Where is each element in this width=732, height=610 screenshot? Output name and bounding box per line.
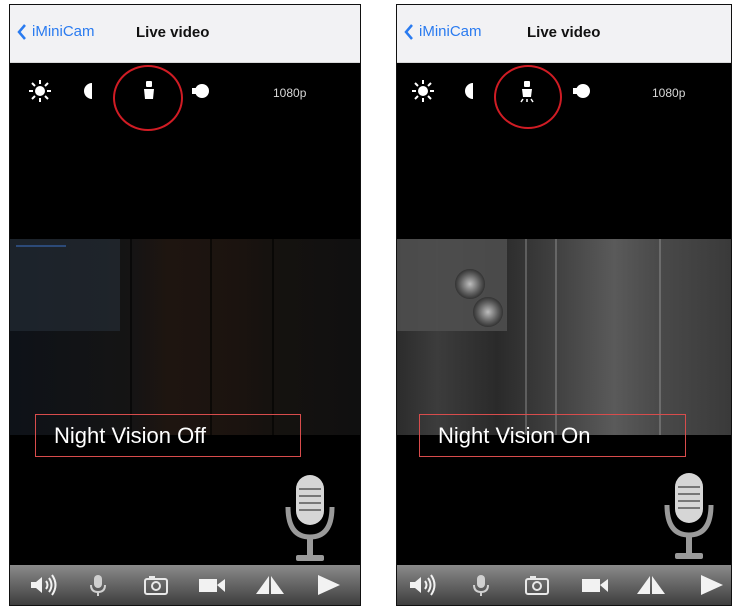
bulb-icon	[573, 84, 590, 98]
microphone-button[interactable]	[465, 573, 497, 597]
fan-object	[455, 269, 485, 299]
brightness-button[interactable]	[411, 79, 435, 103]
play-icon	[318, 575, 340, 595]
contrast-button[interactable]	[78, 79, 102, 103]
speaker-icon	[410, 574, 436, 596]
camera-icon	[144, 576, 168, 595]
snapshot-button[interactable]	[521, 573, 553, 597]
camera-feed	[397, 239, 731, 435]
microphone-icon	[90, 575, 106, 596]
speaker-icon	[31, 574, 57, 596]
caption-text: Night Vision Off	[54, 422, 207, 448]
page-title: Live video	[527, 24, 601, 41]
door-edge	[555, 239, 557, 435]
night-vision-caption: Night Vision Off	[35, 414, 301, 457]
navigation-bar: iMiniCam Live video	[10, 5, 360, 63]
light-strip	[16, 245, 66, 247]
record-button[interactable]	[196, 573, 228, 597]
microphone-icon	[473, 575, 489, 596]
microphone-button[interactable]	[82, 573, 114, 597]
camera-feed	[10, 239, 360, 435]
video-record-icon	[582, 579, 608, 592]
back-button[interactable]: iMiniCam	[403, 23, 482, 41]
camera-controls-bar: 1080p	[10, 65, 360, 131]
door-edge	[272, 239, 274, 435]
play-button[interactable]	[695, 573, 727, 597]
play-icon	[701, 575, 723, 595]
speaker-button[interactable]	[407, 573, 439, 597]
play-button[interactable]	[312, 573, 344, 597]
chevron-left-icon	[404, 24, 413, 40]
push-to-talk-microphone[interactable]	[282, 473, 338, 567]
door-edge	[525, 239, 527, 435]
door-edge	[659, 239, 661, 435]
back-label: iMiniCam	[32, 23, 95, 40]
highlight-circle	[113, 65, 183, 131]
night-vision-caption: Night Vision On	[419, 414, 686, 457]
camera-controls-bar: 1080p	[397, 65, 731, 129]
speaker-button[interactable]	[28, 573, 60, 597]
bulb-icon	[192, 84, 209, 98]
door-edge	[130, 239, 132, 435]
flip-button[interactable]	[254, 573, 286, 597]
light-button[interactable]	[569, 79, 593, 103]
contrast-button[interactable]	[459, 79, 483, 103]
sun-icon	[412, 80, 434, 102]
flip-icon	[637, 576, 665, 594]
resolution-selector[interactable]: 1080p	[273, 86, 306, 100]
back-label: iMiniCam	[419, 23, 482, 40]
record-button[interactable]	[579, 573, 611, 597]
phone-screen-night-vision-off: iMiniCam Live video 1080p Night Vision O…	[9, 4, 361, 606]
half-moon-icon	[465, 83, 473, 99]
push-to-talk-microphone[interactable]	[661, 471, 717, 565]
navigation-bar: iMiniCam Live video	[397, 5, 731, 63]
fan-object	[473, 297, 503, 327]
chevron-left-icon	[17, 24, 26, 40]
caption-text: Night Vision On	[438, 422, 591, 448]
flip-button[interactable]	[635, 573, 667, 597]
sun-icon	[29, 80, 51, 102]
door-edge	[210, 239, 212, 435]
video-record-icon	[199, 579, 225, 592]
camera-icon	[525, 576, 549, 595]
phone-screen-night-vision-on: iMiniCam Live video 1080p Night Vision O…	[396, 4, 732, 606]
snapshot-button[interactable]	[140, 573, 172, 597]
flip-icon	[256, 576, 284, 594]
bottom-toolbar	[10, 565, 360, 605]
page-title: Live video	[136, 24, 210, 41]
shelf-area	[10, 239, 120, 331]
brightness-button[interactable]	[28, 79, 52, 103]
highlight-circle	[494, 65, 562, 129]
light-button[interactable]	[188, 79, 212, 103]
half-moon-icon	[84, 83, 92, 99]
resolution-selector[interactable]: 1080p	[652, 86, 685, 100]
back-button[interactable]: iMiniCam	[16, 23, 95, 41]
bottom-toolbar	[397, 565, 731, 605]
